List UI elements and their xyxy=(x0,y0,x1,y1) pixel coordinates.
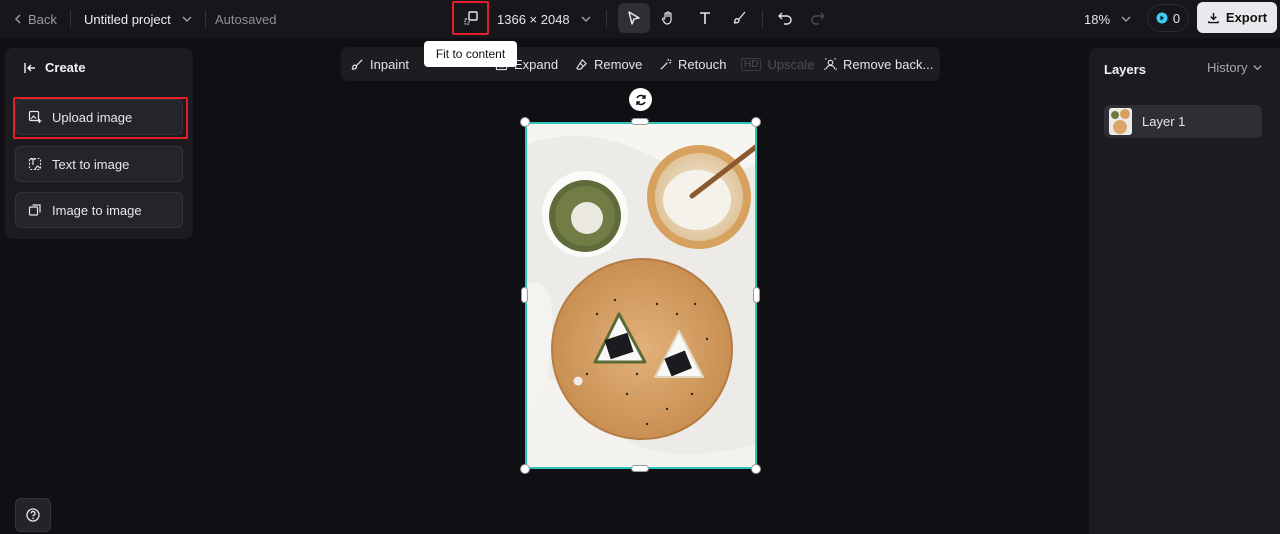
cursor-icon xyxy=(628,11,640,25)
upscale-button[interactable]: HD Upscale xyxy=(741,47,814,81)
onigiri-photo xyxy=(527,124,755,467)
divider xyxy=(762,10,763,28)
magic-wand-icon xyxy=(660,58,672,70)
create-panel-title: Create xyxy=(45,60,86,75)
remove-background-label: Remove back... xyxy=(843,56,934,72)
credits-count: 0 xyxy=(1172,10,1181,26)
canvas-size-dropdown[interactable]: 1366 × 2048 xyxy=(497,0,592,38)
resize-handle-top-right[interactable] xyxy=(751,117,761,127)
resize-handle-right[interactable] xyxy=(753,287,760,303)
remove-label: Remove xyxy=(594,56,643,72)
export-button[interactable]: Export xyxy=(1197,2,1277,33)
redo-icon xyxy=(811,12,825,25)
image-to-image-button[interactable]: Image to image xyxy=(15,192,183,228)
layer-name: Layer 1 xyxy=(1142,114,1186,129)
undo-icon xyxy=(778,12,792,25)
back-button[interactable]: Back xyxy=(12,0,57,38)
image-to-image-label: Image to image xyxy=(52,202,142,218)
zoom-dropdown[interactable]: 18% xyxy=(1084,0,1132,38)
inpaint-label: Inpaint xyxy=(370,56,410,72)
inpaint-icon xyxy=(351,58,363,70)
layers-panel: Layers History Layer 1 xyxy=(1089,48,1280,534)
zoom-level: 18% xyxy=(1084,11,1111,27)
create-panel: Create Upload image Text to image Image … xyxy=(5,48,193,239)
help-icon xyxy=(26,508,40,522)
text-to-image-button[interactable]: Text to image xyxy=(15,146,183,182)
expand-label: Expand xyxy=(514,56,559,72)
hand-icon xyxy=(661,11,672,25)
resize-handle-bottom-left[interactable] xyxy=(520,464,530,474)
text-tool-button[interactable] xyxy=(689,3,721,33)
rotate-handle[interactable] xyxy=(629,88,652,111)
highlight-frame xyxy=(13,97,188,139)
project-name: Untitled project xyxy=(84,11,171,27)
fit-to-content-tooltip: Fit to content xyxy=(424,41,517,67)
canvas-size: 1366 × 2048 xyxy=(497,11,570,27)
back-label: Back xyxy=(28,11,57,27)
remove-button[interactable]: Remove xyxy=(575,47,642,81)
hand-tool-button[interactable] xyxy=(652,3,684,33)
top-bar: Back Untitled project Autosaved 1366 × 2… xyxy=(0,0,1280,38)
credits-badge[interactable]: 0 xyxy=(1147,4,1189,32)
layer-thumbnail-image xyxy=(1109,108,1132,135)
text-to-image-label: Text to image xyxy=(52,156,130,172)
remove-background-button[interactable]: Remove back... xyxy=(824,47,933,81)
layer-thumbnail xyxy=(1109,108,1132,135)
redo-button[interactable] xyxy=(802,3,834,33)
select-tool-button[interactable] xyxy=(618,3,650,33)
highlight-frame xyxy=(452,1,489,35)
remove-background-icon xyxy=(824,57,837,70)
history-label: History xyxy=(1207,60,1248,75)
undo-button[interactable] xyxy=(769,3,801,33)
resize-handle-top-left[interactable] xyxy=(520,117,530,127)
create-panel-header[interactable]: Create xyxy=(23,60,85,75)
upscale-label: Upscale xyxy=(767,56,815,72)
text-to-image-icon xyxy=(28,157,42,171)
resize-handle-left[interactable] xyxy=(521,287,528,303)
tab-layers[interactable]: Layers xyxy=(1104,62,1146,77)
canvas-image[interactable] xyxy=(525,122,757,469)
divider xyxy=(606,10,607,28)
chevron-down-icon xyxy=(182,16,192,23)
divider xyxy=(70,10,71,28)
brush-icon xyxy=(733,11,746,24)
brush-tool-button[interactable] xyxy=(724,3,756,33)
download-icon xyxy=(1208,12,1219,24)
chevron-left-icon xyxy=(14,14,21,24)
resize-handle-bottom-right[interactable] xyxy=(751,464,761,474)
credit-icon xyxy=(1156,12,1168,24)
eraser-icon xyxy=(576,58,587,70)
export-label: Export xyxy=(1225,10,1268,25)
retouch-label: Retouch xyxy=(678,56,727,72)
autosave-status: Autosaved xyxy=(215,11,277,27)
help-button[interactable] xyxy=(15,498,51,532)
resize-handle-top[interactable] xyxy=(631,118,649,125)
divider xyxy=(205,10,206,28)
inpaint-button[interactable]: Inpaint xyxy=(351,47,409,81)
retouch-button[interactable]: Retouch xyxy=(659,47,726,81)
chevron-down-icon xyxy=(581,16,591,23)
resize-handle-bottom[interactable] xyxy=(631,465,649,472)
layer-item[interactable]: Layer 1 xyxy=(1104,105,1262,138)
project-name-dropdown[interactable]: Untitled project xyxy=(84,0,193,38)
collapse-left-icon xyxy=(24,62,35,73)
text-icon xyxy=(700,12,710,24)
tab-history[interactable]: History xyxy=(1207,60,1263,75)
image-to-image-icon xyxy=(28,204,41,216)
hd-badge: HD xyxy=(741,57,762,71)
rotate-icon xyxy=(635,94,646,105)
chevron-down-icon xyxy=(1253,65,1263,71)
chevron-down-icon xyxy=(1121,16,1131,23)
